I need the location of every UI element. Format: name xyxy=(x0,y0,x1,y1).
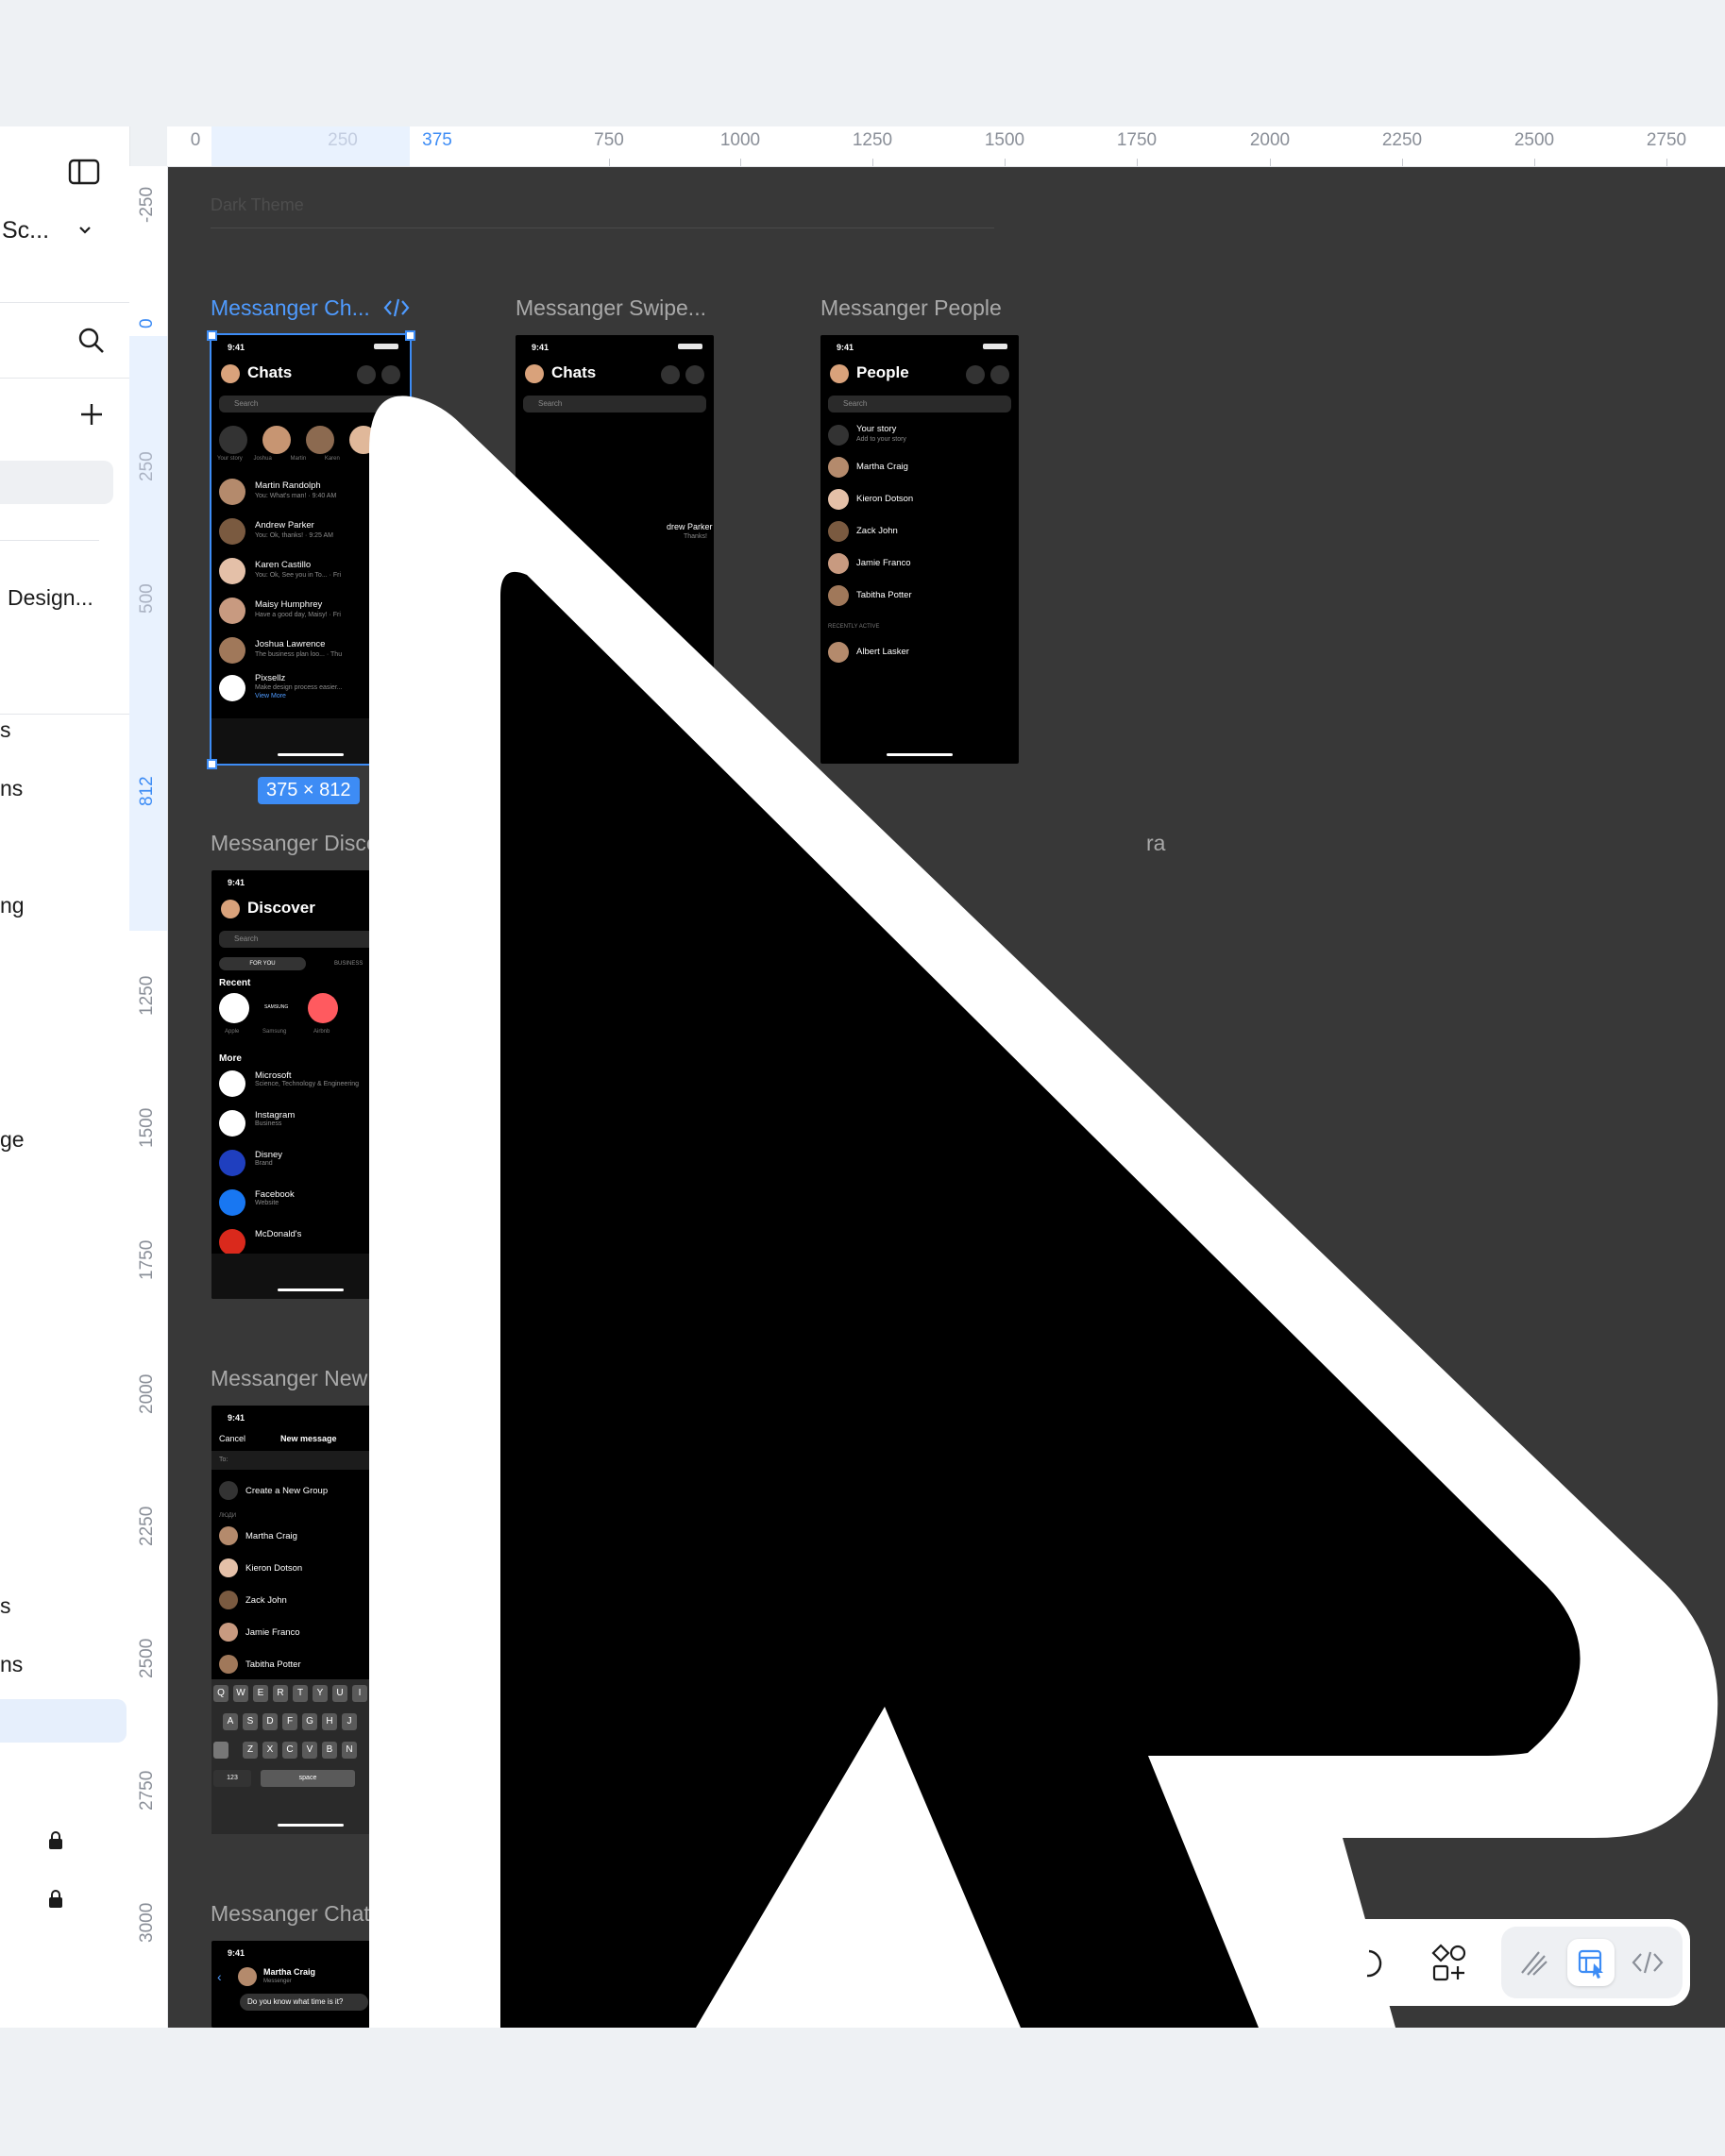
design-canvas[interactable]: Dark Theme Messanger Ch... Messanger Swi… xyxy=(168,167,1725,2028)
ruler-label: 1500 xyxy=(984,130,1025,150)
dev-select-icon xyxy=(1578,1949,1603,1979)
ruler-label: 250 xyxy=(328,130,358,150)
ruler-label: 2250 xyxy=(137,1506,157,1546)
ruler-label: 2750 xyxy=(137,1770,157,1811)
bottom-toolbar xyxy=(1331,1919,1690,2006)
project-title[interactable]: Sc... xyxy=(2,217,49,244)
ruler-label: 1750 xyxy=(137,1239,157,1280)
ruler-label: 1250 xyxy=(137,975,157,1016)
ruler-label: 1750 xyxy=(1116,130,1158,150)
ruler-label: 500 xyxy=(137,583,157,614)
ruler-label: 2750 xyxy=(1646,130,1687,150)
layer-item-selected[interactable] xyxy=(0,1699,127,1743)
chevron-down-icon[interactable] xyxy=(77,225,93,236)
ruler-selection-highlight xyxy=(129,336,167,931)
lock-icon[interactable] xyxy=(47,1831,64,1850)
draw-icon[interactable] xyxy=(1511,1939,1558,1986)
layer-item[interactable]: s xyxy=(0,717,11,743)
layer-item[interactable]: ng xyxy=(0,893,25,918)
ruler-label: 1250 xyxy=(852,130,893,150)
sidebar-divider xyxy=(0,302,129,303)
ruler-label: 3000 xyxy=(137,1902,157,1943)
ruler-label: 1500 xyxy=(137,1107,157,1148)
search-icon[interactable] xyxy=(77,327,106,355)
ruler-label: 0 xyxy=(190,130,201,150)
ruler-label: 2250 xyxy=(1381,130,1423,150)
ruler-label-highlight: 812 xyxy=(137,776,157,806)
ruler-top[interactable]: 0 250 375 750 1000 1250 1500 1750 2000 2… xyxy=(167,126,1725,167)
code-icon[interactable] xyxy=(1624,1939,1671,1986)
ruler-label: 2500 xyxy=(137,1638,157,1678)
ruler-left[interactable]: -250 0 250 500 812 1250 1500 1750 2000 2… xyxy=(129,166,168,2028)
ruler-label: 2500 xyxy=(1514,130,1555,150)
page-item-design[interactable]: Design... xyxy=(8,585,93,611)
ruler-label: 2000 xyxy=(1249,130,1291,150)
ruler-label: 2000 xyxy=(137,1373,157,1414)
components-icon[interactable] xyxy=(1426,1940,1473,1987)
cursor-arrow-icon xyxy=(369,396,1718,2028)
panel-toggle-icon[interactable] xyxy=(68,159,100,185)
dev-select-button[interactable] xyxy=(1567,1939,1615,1986)
sidebar-divider xyxy=(0,378,129,379)
layer-item[interactable]: ns xyxy=(0,1652,23,1677)
mode-switcher xyxy=(1501,1927,1683,1998)
add-page-icon[interactable] xyxy=(79,402,104,427)
layer-item[interactable]: ns xyxy=(0,776,23,801)
ruler-label: -250 xyxy=(137,186,157,223)
lasso-icon[interactable] xyxy=(1350,1940,1397,1987)
ruler-label: 750 xyxy=(594,130,624,150)
sidebar-divider xyxy=(0,540,99,541)
layer-item[interactable]: ge xyxy=(0,1127,25,1153)
ruler-label-highlight: 375 xyxy=(422,130,452,150)
left-sidebar: Sc... Design... s ns ng ge s ns xyxy=(0,126,130,2028)
ruler-selection-highlight xyxy=(211,126,410,166)
page-item-highlight[interactable] xyxy=(0,461,113,504)
ruler-label: 1000 xyxy=(719,130,761,150)
lock-icon[interactable] xyxy=(47,1890,64,1909)
sidebar-divider xyxy=(0,714,129,715)
ruler-label-highlight: 0 xyxy=(137,318,157,328)
ruler-label: 250 xyxy=(137,451,157,481)
layer-item[interactable]: s xyxy=(0,1593,11,1619)
